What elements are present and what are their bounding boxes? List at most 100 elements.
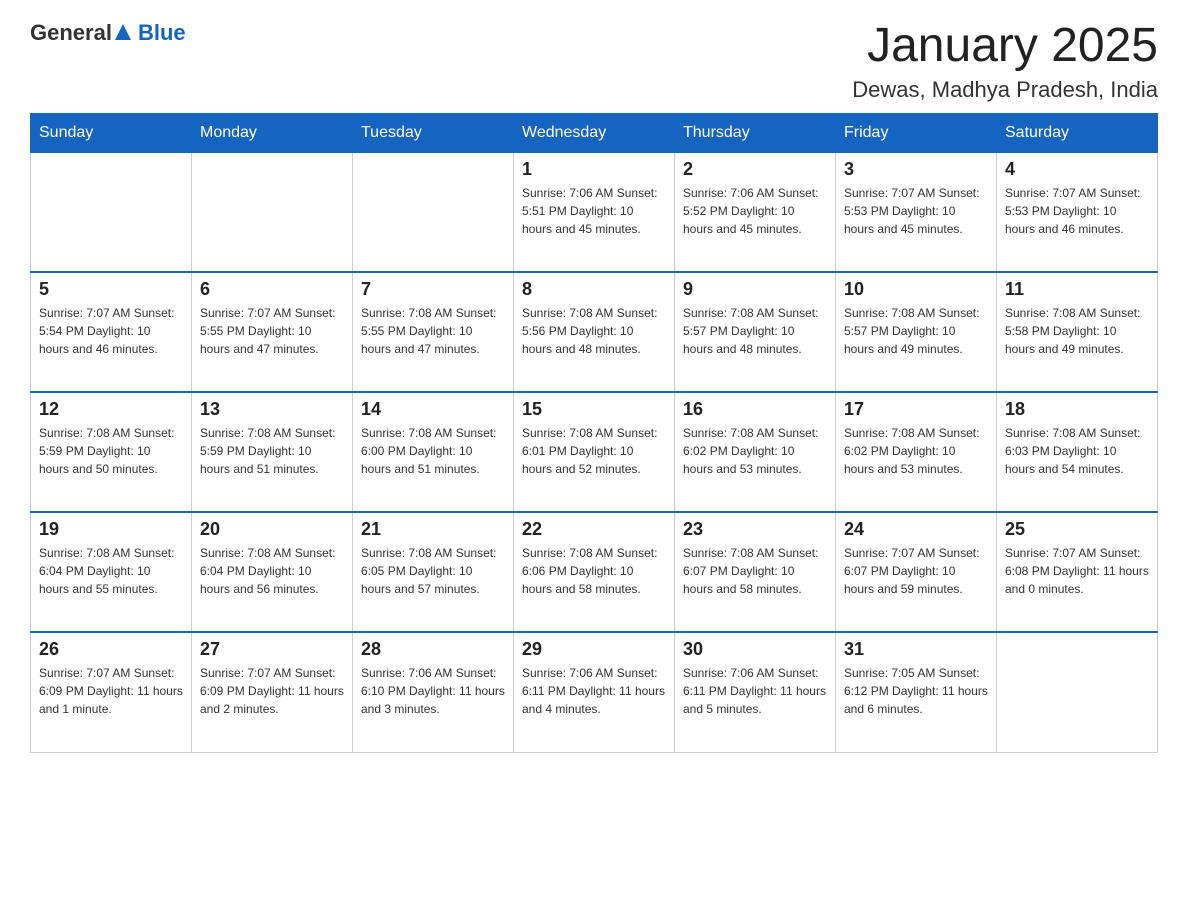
calendar-day-cell: 9 Sunrise: 7:08 AM Sunset: 5:57 PM Daylig… [675,272,836,392]
day-number: 22 [522,519,666,540]
day-number: 4 [1005,159,1149,180]
calendar-day-cell: 23 Sunrise: 7:08 AM Sunset: 6:07 PM Dayli… [675,512,836,632]
calendar-day-cell: 11 Sunrise: 7:08 AM Sunset: 5:58 PM Dayli… [997,272,1158,392]
calendar-week-row: 26 Sunrise: 7:07 AM Sunset: 6:09 PM Dayli… [31,632,1158,752]
calendar-day-cell: 10 Sunrise: 7:08 AM Sunset: 5:57 PM Dayli… [836,272,997,392]
day-info: Sunrise: 7:06 AM Sunset: 6:11 PM Dayligh… [522,664,666,718]
day-info: Sunrise: 7:06 AM Sunset: 6:10 PM Dayligh… [361,664,505,718]
day-info: Sunrise: 7:08 AM Sunset: 6:04 PM Dayligh… [200,544,344,598]
day-number: 12 [39,399,183,420]
day-info: Sunrise: 7:08 AM Sunset: 6:04 PM Dayligh… [39,544,183,598]
calendar-day-cell: 5 Sunrise: 7:07 AM Sunset: 5:54 PM Daylig… [31,272,192,392]
calendar-day-cell: 31Sunrise: 7:05 AM Sunset: 6:12 PM Dayli… [836,632,997,752]
calendar-week-row: 12 Sunrise: 7:08 AM Sunset: 5:59 PM Dayli… [31,392,1158,512]
day-number: 15 [522,399,666,420]
day-info: Sunrise: 7:08 AM Sunset: 6:07 PM Dayligh… [683,544,827,598]
calendar-day-cell [31,152,192,272]
day-number: 5 [39,279,183,300]
calendar-day-cell: 22Sunrise: 7:08 AM Sunset: 6:06 PM Dayli… [514,512,675,632]
calendar-day-cell: 8Sunrise: 7:08 AM Sunset: 5:56 PM Daylig… [514,272,675,392]
logo-general-text: General [30,20,112,46]
calendar-day-cell: 28 Sunrise: 7:06 AM Sunset: 6:10 PM Dayli… [353,632,514,752]
day-number: 23 [683,519,827,540]
calendar-day-cell [192,152,353,272]
calendar-day-cell: 19 Sunrise: 7:08 AM Sunset: 6:04 PM Dayli… [31,512,192,632]
day-info: Sunrise: 7:08 AM Sunset: 6:02 PM Dayligh… [683,424,827,478]
weekday-header: Tuesday [353,113,514,152]
day-info: Sunrise: 7:07 AM Sunset: 5:53 PM Dayligh… [844,184,988,238]
day-info: Sunrise: 7:06 AM Sunset: 6:11 PM Dayligh… [683,664,827,718]
calendar-day-cell: 1 Sunrise: 7:06 AM Sunset: 5:51 PM Daylig… [514,152,675,272]
weekday-header: Wednesday [514,113,675,152]
day-number: 9 [683,279,827,300]
calendar-day-cell: 21Sunrise: 7:08 AM Sunset: 6:05 PM Dayli… [353,512,514,632]
day-info: Sunrise: 7:08 AM Sunset: 6:05 PM Dayligh… [361,544,505,598]
day-info: Sunrise: 7:08 AM Sunset: 6:00 PM Dayligh… [361,424,505,478]
calendar-header-row: SundayMondayTuesdayWednesdayThursdayFrid… [31,113,1158,152]
calendar-day-cell: 20Sunrise: 7:08 AM Sunset: 6:04 PM Dayli… [192,512,353,632]
day-number: 18 [1005,399,1149,420]
day-number: 13 [200,399,344,420]
day-info: Sunrise: 7:08 AM Sunset: 5:58 PM Dayligh… [1005,304,1149,358]
calendar-day-cell: 2Sunrise: 7:06 AM Sunset: 5:52 PM Daylig… [675,152,836,272]
day-number: 6 [200,279,344,300]
day-number: 10 [844,279,988,300]
calendar-day-cell: 3 Sunrise: 7:07 AM Sunset: 5:53 PM Daylig… [836,152,997,272]
calendar-week-row: 1 Sunrise: 7:06 AM Sunset: 5:51 PM Daylig… [31,152,1158,272]
day-number: 8 [522,279,666,300]
calendar-day-cell: 14 Sunrise: 7:08 AM Sunset: 6:00 PM Dayli… [353,392,514,512]
calendar-day-cell: 6Sunrise: 7:07 AM Sunset: 5:55 PM Daylig… [192,272,353,392]
day-number: 29 [522,639,666,660]
calendar-day-cell: 17Sunrise: 7:08 AM Sunset: 6:02 PM Dayli… [836,392,997,512]
day-number: 2 [683,159,827,180]
day-number: 3 [844,159,988,180]
calendar-day-cell: 24 Sunrise: 7:07 AM Sunset: 6:07 PM Dayli… [836,512,997,632]
day-number: 25 [1005,519,1149,540]
logo-blue-text: Blue [138,20,186,45]
day-number: 26 [39,639,183,660]
calendar-day-cell: 29 Sunrise: 7:06 AM Sunset: 6:11 PM Dayli… [514,632,675,752]
calendar-week-row: 5 Sunrise: 7:07 AM Sunset: 5:54 PM Daylig… [31,272,1158,392]
calendar-day-cell: 16 Sunrise: 7:08 AM Sunset: 6:02 PM Dayli… [675,392,836,512]
day-info: Sunrise: 7:08 AM Sunset: 6:03 PM Dayligh… [1005,424,1149,478]
calendar-day-cell: 30 Sunrise: 7:06 AM Sunset: 6:11 PM Dayli… [675,632,836,752]
calendar-day-cell [997,632,1158,752]
day-info: Sunrise: 7:07 AM Sunset: 5:53 PM Dayligh… [1005,184,1149,238]
day-number: 19 [39,519,183,540]
day-info: Sunrise: 7:07 AM Sunset: 5:54 PM Dayligh… [39,304,183,358]
day-number: 28 [361,639,505,660]
day-info: Sunrise: 7:08 AM Sunset: 6:01 PM Dayligh… [522,424,666,478]
calendar-week-row: 19 Sunrise: 7:08 AM Sunset: 6:04 PM Dayli… [31,512,1158,632]
calendar-day-cell: 18 Sunrise: 7:08 AM Sunset: 6:03 PM Dayli… [997,392,1158,512]
logo: General Blue [30,20,186,46]
day-number: 16 [683,399,827,420]
day-info: Sunrise: 7:08 AM Sunset: 5:55 PM Dayligh… [361,304,505,358]
day-number: 14 [361,399,505,420]
weekday-header: Saturday [997,113,1158,152]
calendar-day-cell: 4 Sunrise: 7:07 AM Sunset: 5:53 PM Daylig… [997,152,1158,272]
calendar-day-cell: 27Sunrise: 7:07 AM Sunset: 6:09 PM Dayli… [192,632,353,752]
weekday-header: Sunday [31,113,192,152]
day-info: Sunrise: 7:07 AM Sunset: 6:08 PM Dayligh… [1005,544,1149,598]
logo-triangle-icon [113,22,133,44]
weekday-header: Thursday [675,113,836,152]
day-number: 7 [361,279,505,300]
day-number: 30 [683,639,827,660]
calendar-day-cell: 15 Sunrise: 7:08 AM Sunset: 6:01 PM Dayli… [514,392,675,512]
day-info: Sunrise: 7:08 AM Sunset: 5:59 PM Dayligh… [39,424,183,478]
day-number: 11 [1005,279,1149,300]
weekday-header: Monday [192,113,353,152]
calendar-table: SundayMondayTuesdayWednesdayThursdayFrid… [30,113,1158,753]
weekday-header: Friday [836,113,997,152]
day-info: Sunrise: 7:06 AM Sunset: 5:51 PM Dayligh… [522,184,666,238]
day-info: Sunrise: 7:08 AM Sunset: 5:57 PM Dayligh… [683,304,827,358]
day-number: 1 [522,159,666,180]
day-info: Sunrise: 7:07 AM Sunset: 6:09 PM Dayligh… [200,664,344,718]
day-number: 24 [844,519,988,540]
calendar-day-cell: 26Sunrise: 7:07 AM Sunset: 6:09 PM Dayli… [31,632,192,752]
day-number: 17 [844,399,988,420]
calendar-day-cell: 25 Sunrise: 7:07 AM Sunset: 6:08 PM Dayli… [997,512,1158,632]
day-info: Sunrise: 7:08 AM Sunset: 5:57 PM Dayligh… [844,304,988,358]
calendar-day-cell: 12 Sunrise: 7:08 AM Sunset: 5:59 PM Dayli… [31,392,192,512]
day-info: Sunrise: 7:07 AM Sunset: 6:07 PM Dayligh… [844,544,988,598]
